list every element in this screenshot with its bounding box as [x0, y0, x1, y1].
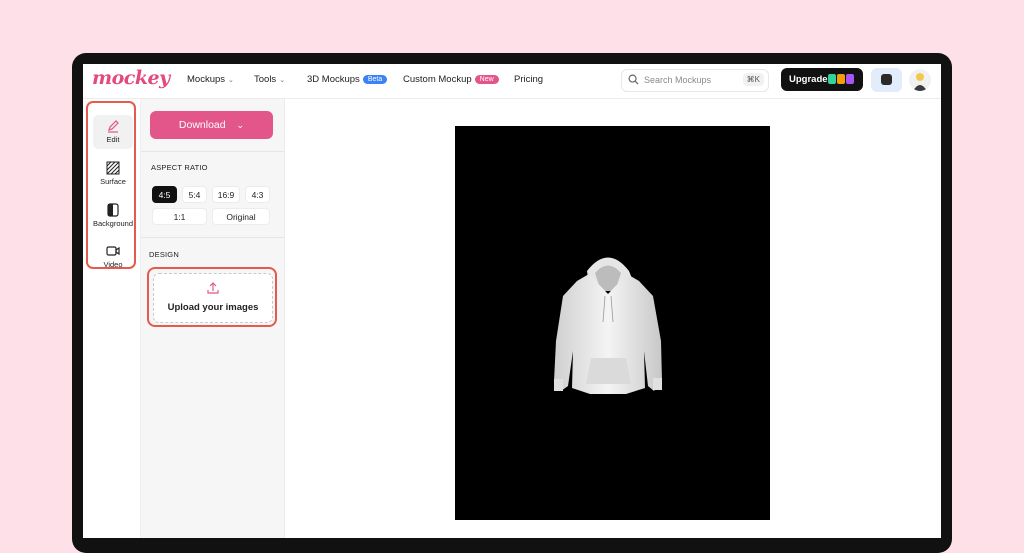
aspect-ratio-title: ASPECT RATIO	[151, 163, 208, 172]
upgrade-label: Upgrade	[789, 74, 828, 85]
plan-chip-icon	[828, 74, 836, 84]
shortcut-hint: ⌘K	[742, 73, 764, 86]
tool-video-label: Video	[103, 260, 123, 269]
nav-pricing-label: Pricing	[514, 74, 544, 85]
beta-badge: Beta	[362, 75, 388, 84]
chevron-down-icon: ⌄	[279, 77, 286, 84]
nav-3d-mockups-label: 3D Mockups	[307, 74, 360, 85]
tool-background-label: Background	[93, 219, 134, 228]
background-icon	[107, 203, 119, 217]
plan-chip-icon	[846, 74, 854, 84]
ratio-16-9[interactable]: 16:9	[212, 186, 240, 203]
ratio-4-3[interactable]: 4:3	[245, 186, 270, 203]
upload-icon	[207, 282, 219, 294]
pencil-icon	[108, 120, 119, 133]
texture-icon	[106, 161, 120, 175]
search-icon	[628, 74, 639, 85]
ratio-5-4[interactable]: 5:4	[182, 186, 207, 203]
tool-edit-label: Edit	[106, 135, 120, 144]
app-icon	[881, 74, 892, 85]
download-button[interactable]: Download ⌄	[150, 111, 273, 139]
nav-mockups-label: Mockups	[187, 74, 226, 85]
nav-custom-mockup[interactable]: Custom Mockup New	[403, 74, 499, 85]
nav-tools[interactable]: Tools ⌄	[254, 74, 285, 85]
new-badge: New	[474, 75, 499, 84]
plan-chip-icon	[837, 74, 845, 84]
options-panel: Download ⌄ ASPECT RATIO 4:5 5:4 16:9 4:3…	[141, 99, 285, 538]
tool-sidebar: Edit Surface Background Video	[83, 99, 141, 538]
tool-surface-label: Surface	[100, 177, 126, 186]
search-input[interactable]: Search Mockups ⌘K	[621, 69, 769, 92]
canvas-area	[285, 99, 941, 538]
upload-label: Upload your images	[167, 302, 259, 313]
upload-highlight-box: Upload your images	[147, 267, 277, 327]
nav-tools-label: Tools	[254, 74, 277, 85]
chevron-down-icon: ⌄	[236, 120, 245, 130]
avatar[interactable]	[909, 69, 931, 91]
ratio-original[interactable]: Original	[212, 208, 270, 225]
chevron-down-icon: ⌄	[228, 77, 234, 84]
avatar-icon	[913, 73, 927, 91]
upload-dropzone[interactable]: Upload your images	[153, 273, 273, 323]
nav-mockups[interactable]: Mockups ⌄	[187, 74, 234, 85]
upgrade-button[interactable]: Upgrade	[781, 68, 863, 91]
design-title: DESIGN	[149, 250, 179, 259]
tool-surface[interactable]: Surface	[93, 157, 133, 191]
brand-logo[interactable]: mockey	[92, 67, 170, 89]
ratio-4-5[interactable]: 4:5	[152, 186, 177, 203]
video-icon	[106, 246, 120, 256]
tool-video[interactable]: Video	[93, 240, 133, 274]
panel-divider	[141, 237, 284, 238]
tool-highlight-box: Edit Surface Background Video	[86, 101, 136, 269]
panel-divider	[141, 151, 284, 152]
nav-custom-mockup-label: Custom Mockup	[403, 74, 472, 85]
app-icon-button[interactable]	[871, 68, 902, 92]
nav-pricing[interactable]: Pricing	[514, 74, 543, 85]
tool-background[interactable]: Background	[93, 199, 133, 233]
download-label: Download	[178, 119, 226, 131]
hoodie-mockup-image	[554, 257, 662, 394]
mockup-artboard[interactable]	[455, 126, 770, 520]
app-screen: mockey Mockups ⌄ Tools ⌄ 3D Mockups Beta Cu…	[83, 64, 941, 538]
nav-3d-mockups[interactable]: 3D Mockups Beta	[307, 74, 388, 85]
top-navbar: mockey Mockups ⌄ Tools ⌄ 3D Mockups Beta Cu…	[83, 64, 941, 99]
tool-edit[interactable]: Edit	[93, 115, 133, 149]
ratio-1-1[interactable]: 1:1	[152, 208, 207, 225]
search-placeholder: Search Mockups	[644, 75, 712, 85]
